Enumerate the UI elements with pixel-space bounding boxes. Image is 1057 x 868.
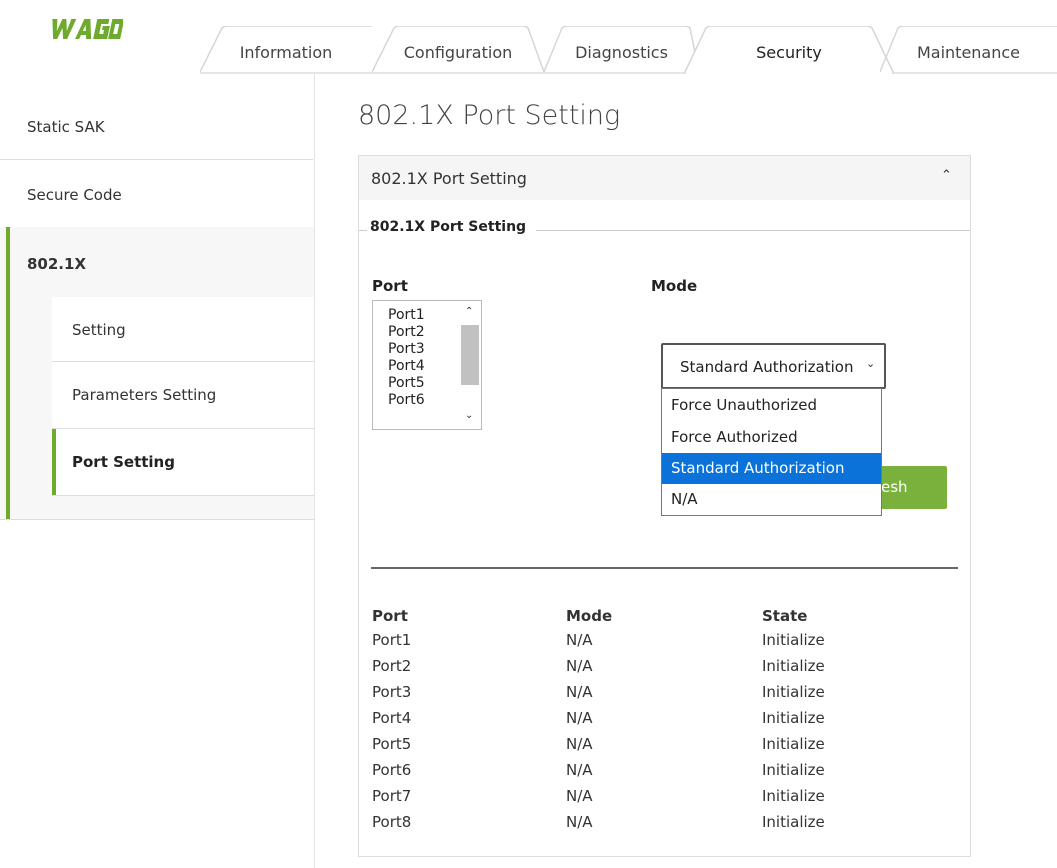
list-option[interactable]: Port4 bbox=[388, 358, 425, 375]
tab-configuration-label: Configuration bbox=[403, 43, 513, 62]
table-cell: Port5 bbox=[372, 735, 412, 753]
table-cell: Port1 bbox=[372, 631, 412, 649]
tab-security-label: Security bbox=[756, 43, 822, 62]
table-cell: Initialize bbox=[762, 813, 825, 831]
mode-option[interactable]: Force Unauthorized bbox=[662, 390, 881, 421]
active-item-indicator bbox=[52, 429, 56, 495]
mode-label: Mode bbox=[651, 277, 698, 295]
refresh-button-label: esh bbox=[881, 478, 908, 496]
tab-configuration[interactable]: Configuration bbox=[372, 26, 544, 72]
tab-diagnostics[interactable]: Diagnostics bbox=[544, 26, 699, 72]
tab-information[interactable]: Information bbox=[200, 26, 372, 72]
table-cell: Port4 bbox=[372, 709, 412, 727]
sidebar-item-label: Static SAK bbox=[27, 118, 105, 136]
fieldset-legend: 802.1X Port Setting bbox=[370, 219, 527, 235]
list-option[interactable]: Port1 bbox=[388, 307, 425, 324]
sidebar-item-setting[interactable]: Setting bbox=[52, 297, 314, 362]
tab-maintenance[interactable]: Maintenance bbox=[880, 26, 1057, 72]
sidebar-item-8021x[interactable]: 802.1X bbox=[0, 227, 313, 297]
table-cell: Initialize bbox=[762, 657, 825, 675]
table-cell: Initialize bbox=[762, 709, 825, 727]
chevron-down-icon: ⌄ bbox=[866, 357, 876, 370]
list-option[interactable]: Port5 bbox=[388, 375, 425, 392]
table-header-state: State bbox=[762, 607, 808, 625]
port-label: Port bbox=[372, 277, 408, 295]
table-cell: Port6 bbox=[372, 761, 412, 779]
list-option[interactable]: Port6 bbox=[388, 392, 425, 409]
port-listbox[interactable]: Port1 Port2 Port3 Port4 Port5 Port6 ⌃ ⌄ bbox=[372, 300, 482, 430]
table-cell: Initialize bbox=[762, 683, 825, 701]
page-title: 802.1X Port Setting bbox=[358, 100, 621, 131]
table-cell: N/A bbox=[566, 657, 593, 675]
table-cell: Port8 bbox=[372, 813, 412, 831]
table-cell: Initialize bbox=[762, 787, 825, 805]
top-header: Information Configuration Diagnostics Se… bbox=[0, 0, 1057, 74]
list-option[interactable]: Port2 bbox=[388, 324, 425, 341]
table-cell: Port2 bbox=[372, 657, 412, 675]
table-cell: Initialize bbox=[762, 761, 825, 779]
legend-line-right bbox=[536, 230, 970, 231]
sidebar-divider bbox=[314, 74, 315, 868]
section-divider bbox=[371, 567, 958, 569]
table-cell: N/A bbox=[566, 631, 593, 649]
tab-security[interactable]: Security bbox=[684, 26, 894, 74]
mode-option[interactable]: N/A bbox=[662, 484, 881, 515]
table-header-port: Port bbox=[372, 607, 408, 625]
panel-header[interactable]: 802.1X Port Setting ⌃ bbox=[359, 156, 970, 200]
sidebar-item-label: Secure Code bbox=[27, 186, 122, 204]
mode-option[interactable]: Force Authorized bbox=[662, 422, 881, 453]
mode-select[interactable]: Standard Authorization ⌄ bbox=[661, 343, 886, 389]
list-option[interactable]: Port3 bbox=[388, 341, 425, 358]
legend-line-left bbox=[359, 230, 367, 231]
table-cell: Initialize bbox=[762, 735, 825, 753]
sidebar-item-label: Parameters Setting bbox=[72, 386, 217, 404]
sidebar-item-port-setting[interactable]: Port Setting bbox=[52, 429, 314, 496]
tab-baseline bbox=[200, 72, 1057, 74]
mode-option-selected[interactable]: Standard Authorization bbox=[662, 453, 881, 484]
wago-logo[interactable] bbox=[47, 16, 125, 42]
table-cell: N/A bbox=[566, 683, 593, 701]
sidebar-item-label: 802.1X bbox=[27, 255, 87, 273]
table-cell: Initialize bbox=[762, 631, 825, 649]
panel-title: 802.1X Port Setting bbox=[371, 169, 527, 188]
sidebar-item-label: Setting bbox=[72, 321, 126, 339]
scroll-down-icon[interactable]: ⌄ bbox=[465, 411, 473, 421]
table-cell: N/A bbox=[566, 735, 593, 753]
listbox-scrollbar[interactable]: ⌃ ⌄ bbox=[461, 303, 479, 427]
tab-diagnostics-label: Diagnostics bbox=[575, 43, 668, 62]
tab-maintenance-label: Maintenance bbox=[916, 43, 1021, 62]
sidebar-item-secure-code[interactable]: Secure Code bbox=[0, 161, 313, 227]
mode-select-value: Standard Authorization bbox=[680, 358, 854, 376]
mode-dropdown-list[interactable]: Force Unauthorized Force Authorized Stan… bbox=[661, 388, 882, 516]
sidebar-item-parameters-setting[interactable]: Parameters Setting bbox=[52, 362, 314, 429]
table-cell: N/A bbox=[566, 813, 593, 831]
table-cell: N/A bbox=[566, 787, 593, 805]
sidebar-item-label: Port Setting bbox=[72, 453, 175, 471]
scroll-thumb[interactable] bbox=[461, 325, 479, 385]
sidebar-item-static-sak[interactable]: Static SAK bbox=[0, 92, 313, 160]
tab-information-label: Information bbox=[239, 43, 333, 62]
table-cell: N/A bbox=[566, 709, 593, 727]
table-cell: Port7 bbox=[372, 787, 412, 805]
scroll-up-icon[interactable]: ⌃ bbox=[465, 307, 473, 317]
chevron-up-icon[interactable]: ⌃ bbox=[941, 168, 952, 183]
table-cell: N/A bbox=[566, 761, 593, 779]
table-header-mode: Mode bbox=[566, 607, 613, 625]
table-cell: Port3 bbox=[372, 683, 412, 701]
